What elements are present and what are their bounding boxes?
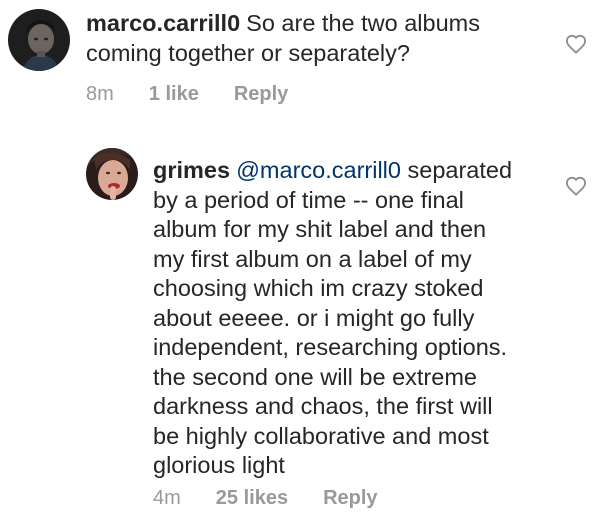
comment-text-line: glorious light (153, 452, 285, 478)
comment-text-line: my first album on a label of my (153, 245, 472, 272)
comment-text-line: by a period of time -- one final (153, 186, 464, 213)
comment-text-line: choosing which im crazy stoked (153, 275, 484, 301)
comment-line: grimes @marco.carrill0 separated (153, 156, 563, 186)
heart-outline-icon[interactable] (565, 34, 587, 54)
comment-timestamp: 8m (86, 83, 114, 105)
heart-outline-icon[interactable] (565, 176, 587, 196)
comment-body: grimes @marco.carrill0 separated by a per… (153, 156, 563, 481)
avatar-marco-icon (8, 9, 70, 71)
comment-body: marco.carrill0 So are the two albums comi… (86, 9, 556, 68)
reply-button[interactable]: Reply (234, 83, 288, 106)
avatar[interactable] (86, 148, 138, 200)
comment-username[interactable]: grimes (153, 157, 230, 183)
comment-text-line: be highly collaborative and most (153, 422, 489, 449)
comment-text-line: the second one will be extreme (153, 363, 477, 390)
comment-text-line: coming together or separately? (86, 39, 410, 66)
mention-link[interactable]: @marco.carrill0 (236, 157, 401, 183)
comment-username[interactable]: marco.carrill0 (86, 10, 240, 36)
comment-text-line: album for my shit label and then (153, 216, 487, 242)
comment-line: marco.carrill0 So are the two albums (86, 9, 556, 39)
comment-text-line: separated (407, 157, 513, 183)
comment-likes-link[interactable]: 1 like (149, 83, 199, 106)
reply-button[interactable]: Reply (323, 487, 377, 510)
comment-meta: 8m 1 like Reply (86, 83, 288, 106)
comment-text-line: about eeeee. or i might go fully (153, 304, 475, 331)
comment-meta: 4m 25 likes Reply (153, 487, 378, 510)
comment-likes-link[interactable]: 25 likes (216, 487, 288, 510)
comment-timestamp: 4m (153, 487, 181, 509)
comment-text-line: So are the two albums (246, 10, 480, 36)
comment-text-line: darkness and chaos, the first will (153, 393, 493, 419)
comment-text-line: independent, researching options. (153, 334, 508, 360)
avatar-grimes-icon (86, 148, 138, 200)
avatar[interactable] (8, 9, 70, 71)
